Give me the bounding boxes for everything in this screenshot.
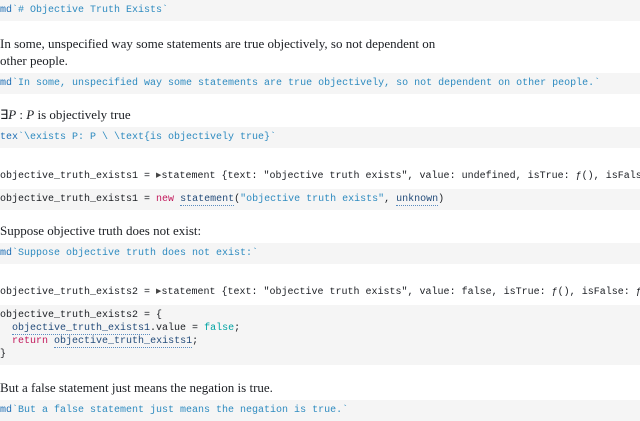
var-name: objective_truth_exists2 [0, 287, 139, 298]
key-text: text [227, 171, 252, 182]
code-cell-statement-2[interactable]: objective_truth_exists2 = { objective_tr… [0, 305, 640, 365]
md-source: `Suppose objective truth does not exist:… [12, 248, 259, 259]
exists-symbol: ∃ [0, 107, 9, 122]
math-colon: : [16, 107, 27, 122]
var-name: objective_truth_exists2 [0, 310, 139, 321]
key-istrue: isTrue [527, 171, 564, 182]
equals: = [138, 194, 157, 205]
key-text: text [227, 287, 252, 298]
key-value: value [419, 171, 450, 182]
key-istrue: isTrue [503, 287, 540, 298]
math-var-p: P [8, 107, 17, 122]
prose-output-intro: In some, unspecified way some statements… [0, 21, 640, 73]
brace-open: { [215, 171, 228, 182]
parens: () [581, 171, 594, 182]
math-text: is objectively true [34, 107, 131, 122]
key-isfalse: isFalse [581, 287, 624, 298]
var-name: objective_truth_exists1 [0, 194, 139, 205]
arg-text: "objective truth exists" [240, 194, 385, 205]
val-value: false [461, 287, 492, 298]
tex-source: `\exists P: P \ \text{is objectively tru… [18, 132, 277, 143]
code-cell-intro[interactable]: md`In some, unspecified way some stateme… [0, 73, 640, 94]
ctor-ref[interactable]: statement [180, 194, 235, 206]
assign: .value = [150, 323, 205, 334]
prose-line-1: In some, unspecified way some statements… [0, 36, 436, 51]
brace-open: { [215, 287, 228, 298]
ref-statement-1[interactable]: objective_truth_exists1 [12, 323, 151, 335]
keyword-new: new [156, 194, 175, 205]
prose-line: Suppose objective truth does not exist: [0, 223, 202, 238]
code-cell-suppose[interactable]: md`Suppose objective truth does not exis… [0, 243, 640, 264]
var-name: objective_truth_exists1 [0, 171, 139, 182]
code-cell-negation[interactable]: md`But a false statement just means the … [0, 400, 640, 421]
equals: = [138, 287, 157, 298]
code-cell-statement-1[interactable]: objective_truth_exists1 = new statement(… [0, 189, 640, 210]
md-tag: md [0, 248, 13, 259]
key-value: value [419, 287, 450, 298]
prose-line-2: other people. [0, 53, 68, 68]
parens: () [557, 287, 570, 298]
prose-line: But a false statement just means the neg… [0, 380, 273, 395]
output-statement-1[interactable]: objective_truth_exists1 = ▶statement {te… [0, 166, 640, 187]
md-tag: md [0, 5, 13, 16]
equals: = [138, 171, 157, 182]
val-text: "objective truth exists" [263, 287, 408, 298]
md-tag: md [0, 78, 13, 89]
math-expression: ∃P : P is objectively true [0, 107, 131, 122]
prose-output-suppose: Suppose objective truth does not exist: [0, 210, 640, 243]
keyword-return: return [12, 336, 49, 347]
output-statement-2[interactable]: objective_truth_exists2 = ▶statement {te… [0, 282, 640, 303]
key-isfalse: isFalse [605, 171, 640, 182]
val-text: "objective truth exists" [263, 171, 408, 182]
md-source: `# Objective Truth Exists` [12, 5, 169, 16]
code-cell-title[interactable]: md`# Objective Truth Exists` [0, 0, 640, 21]
prose-output-negation: But a false statement just means the neg… [0, 365, 640, 400]
arg-unknown-ref[interactable]: unknown [396, 194, 439, 206]
literal-false: false [204, 323, 235, 334]
object-kind: statement [161, 171, 216, 182]
object-kind: statement [161, 287, 216, 298]
ref-statement-1-return[interactable]: objective_truth_exists1 [54, 336, 193, 348]
code-cell-tex[interactable]: tex`\exists P: P \ \text{is objectively … [0, 127, 640, 148]
val-value: undefined [461, 171, 516, 182]
math-output: ∃P : P is objectively true [0, 94, 640, 127]
brace-open: = { [138, 310, 163, 321]
md-source: `In some, unspecified way some statement… [12, 78, 601, 89]
tex-tag: tex [0, 132, 19, 143]
brace-close: } [0, 349, 7, 360]
md-tag: md [0, 405, 13, 416]
fn-symbol: ƒ [635, 287, 640, 298]
md-source: `But a false statement just means the ne… [12, 405, 349, 416]
